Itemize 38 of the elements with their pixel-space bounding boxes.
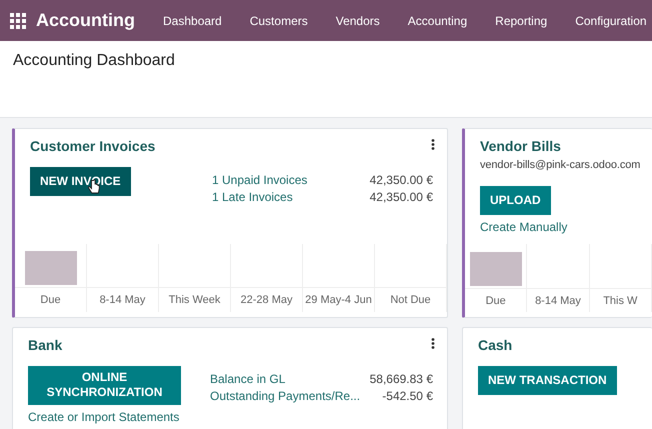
stat-amount: 58,669.83 € — [370, 370, 433, 388]
stat-link[interactable]: 1 Unpaid Invoices — [212, 172, 308, 189]
action-button[interactable]: ONLINE SYNCHRONIZATION — [28, 366, 181, 405]
nav-menu-item[interactable]: Reporting — [481, 12, 562, 30]
create-link[interactable]: Create or Import Statements — [28, 408, 180, 426]
graph-axis-label: This Week — [159, 287, 230, 312]
stat-link[interactable]: Balance in GL — [210, 370, 286, 388]
graph-axis-label: Due — [465, 288, 526, 312]
action-button[interactable]: UPLOAD — [480, 186, 551, 216]
stat-amount: 42,350.00 € — [370, 188, 433, 206]
stat-link[interactable]: 1 Late Invoices — [212, 188, 293, 206]
nav-menu-item[interactable]: Customers — [236, 12, 322, 30]
kebab-menu-icon[interactable] — [431, 338, 435, 349]
action-button[interactable]: NEW TRANSACTION — [478, 366, 617, 395]
nav-menu-item[interactable]: Configuration — [561, 12, 652, 30]
card-title: Customer Invoices — [30, 138, 156, 155]
page-title: Accounting Dashboard — [13, 51, 176, 70]
stat-link[interactable]: Outstanding Payments/Re... — [210, 388, 360, 405]
graph-axis-label: 8-14 May — [87, 287, 158, 312]
card-title: Cash — [478, 337, 514, 354]
nav-menu-item[interactable]: Vendors — [322, 12, 394, 30]
create-link[interactable]: Create Manually — [480, 218, 568, 236]
stat-amount: 42,350.00 € — [370, 172, 433, 189]
stat-amount: -542.50 € — [382, 388, 433, 405]
graph-axis-label: 22-28 May — [231, 287, 302, 312]
graph-axis-label: 29 May-4 Jun — [303, 287, 374, 312]
kebab-menu-icon[interactable] — [431, 139, 435, 150]
card-title: Vendor Bills — [480, 138, 562, 155]
apps-menu-icon[interactable] — [10, 12, 26, 28]
app-name: Accounting — [36, 9, 135, 32]
nav-menu-item[interactable]: Accounting — [394, 12, 482, 30]
graph-axis-label: This W — [590, 288, 651, 312]
nav-menu-item[interactable]: Dashboard — [149, 12, 236, 30]
email-address: vendor-bills@pink-cars.odoo.com — [480, 158, 642, 173]
graph-axis-label: 8-14 May — [527, 288, 589, 312]
graph-axis-label: Due — [15, 287, 86, 312]
card-title: Bank — [28, 337, 64, 354]
graph-axis-label: Not Due — [375, 287, 446, 312]
